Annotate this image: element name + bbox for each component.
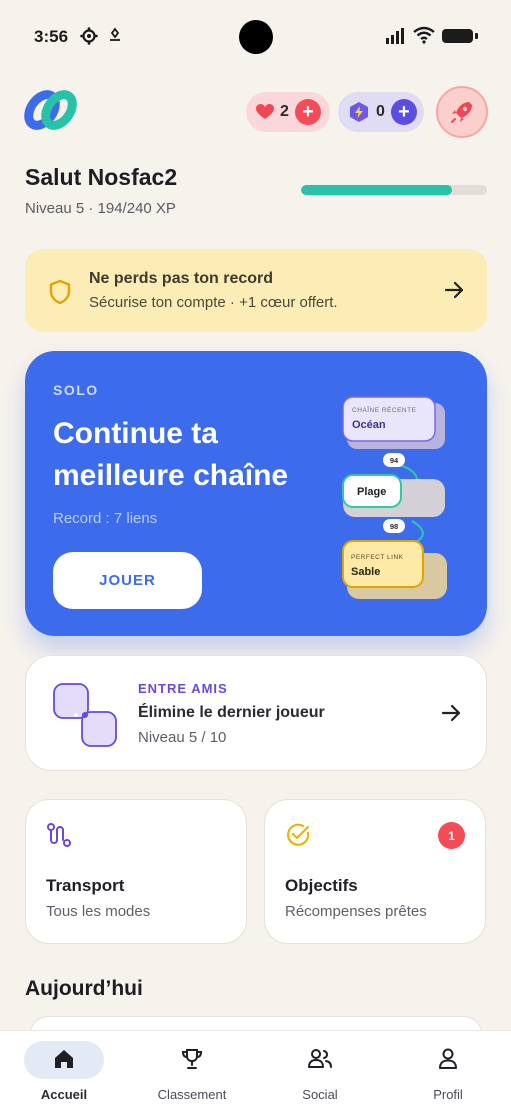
user-icon — [439, 1048, 457, 1069]
arrow-right-icon — [441, 704, 461, 722]
play-button[interactable]: JOUER — [53, 552, 202, 609]
energy-count: 0 — [376, 103, 385, 120]
check-circle-icon — [287, 823, 310, 846]
chain-illustration: CHAÎNE RÉCENTE Océan 94 Plage 98 PERFECT… — [342, 396, 447, 599]
transport-title: Transport — [46, 876, 125, 895]
users-icon — [308, 1049, 332, 1068]
solo-tag: SOLO — [53, 382, 99, 398]
nav-item-accueil[interactable]: Accueil — [0, 1031, 128, 1107]
hearts-count: 2 — [280, 103, 289, 120]
objectives-badge: 1 — [438, 822, 465, 849]
bottom-navigation: Accueil Classement Social Profil — [0, 1030, 511, 1107]
nav-item-profil[interactable]: Profil — [384, 1031, 511, 1107]
solo-mode-card[interactable]: SOLO Continue ta meilleure chaîne Record… — [25, 351, 487, 636]
location-icon — [110, 27, 120, 41]
nav-label-classement: Classement — [157, 1087, 227, 1102]
energy-counter[interactable]: 0 + — [338, 92, 424, 132]
add-energy-button[interactable]: + — [390, 99, 417, 125]
greeting-title: Salut Nosfac2 — [25, 164, 178, 190]
nav-label-accueil: Accueil — [40, 1087, 88, 1102]
friends-mode-icon — [53, 683, 117, 747]
transport-subtitle: Tous les modes — [46, 903, 151, 920]
nav-item-social[interactable]: Social — [256, 1031, 384, 1107]
add-hearts-button[interactable]: + — [294, 99, 321, 125]
chain-recent-word: Océan — [352, 419, 386, 431]
secure-account-banner[interactable]: Ne perds pas ton record Sécurise ton com… — [25, 249, 487, 332]
xp-progress-fill — [301, 185, 452, 195]
today-section-title: Aujourd’hui — [25, 977, 143, 1000]
chain-perfect-label: PERFECT LINK — [351, 554, 404, 561]
signal-icon — [386, 28, 404, 44]
nav-label-profil: Profil — [433, 1087, 463, 1102]
route-icon — [47, 823, 71, 847]
banner-subtitle: Sécurise ton compte · +1 cœur offert. — [89, 294, 338, 311]
app-logo — [24, 90, 77, 130]
arrow-right-icon — [444, 281, 464, 299]
nav-label-social: Social — [302, 1087, 338, 1102]
chain-link-score-2: 98 — [390, 522, 398, 531]
home-icon — [55, 1050, 73, 1068]
solo-title: Continue ta meilleure chaîne — [53, 417, 289, 492]
banner-title: Ne perds pas ton record — [89, 270, 274, 287]
friends-title: Élimine le dernier joueur — [138, 704, 325, 721]
wifi-icon — [413, 26, 435, 44]
heart-icon — [256, 104, 274, 119]
friends-mode-card[interactable]: ENTRE AMIS Élimine le dernier joueur Niv… — [25, 655, 487, 771]
rocket-icon — [451, 102, 472, 123]
chain-middle-word: Plage — [357, 486, 386, 498]
solo-record: Record : 7 liens — [53, 510, 158, 527]
friends-subtitle: Niveau 5 / 10 — [138, 729, 227, 746]
settings-icon — [80, 27, 98, 45]
objectives-title: Objectifs — [285, 876, 358, 895]
objectives-subtitle: Récompenses prêtes — [285, 903, 427, 920]
objectives-card[interactable]: 1 Objectifs Récompenses prêtes — [264, 799, 486, 944]
xp-progress-bar — [301, 185, 487, 195]
friends-tag: ENTRE AMIS — [138, 681, 228, 696]
chain-recent-label: CHAÎNE RÉCENTE — [352, 405, 417, 414]
chain-last-word: Sable — [351, 566, 380, 578]
camera-notch — [239, 20, 273, 54]
trophy-icon — [181, 1049, 203, 1069]
boost-button[interactable] — [436, 86, 488, 138]
hearts-counter[interactable]: 2 + — [246, 92, 330, 132]
shield-icon — [49, 279, 71, 305]
chain-link-score-1: 94 — [390, 456, 399, 465]
level-xp-text: Niveau 5 · 194/240 XP — [25, 200, 176, 217]
nav-item-classement[interactable]: Classement — [128, 1031, 256, 1107]
battery-icon — [442, 29, 478, 43]
lightning-icon — [350, 102, 368, 122]
transport-card[interactable]: Transport Tous les modes — [25, 799, 247, 944]
status-time: 3:56 — [34, 27, 69, 46]
